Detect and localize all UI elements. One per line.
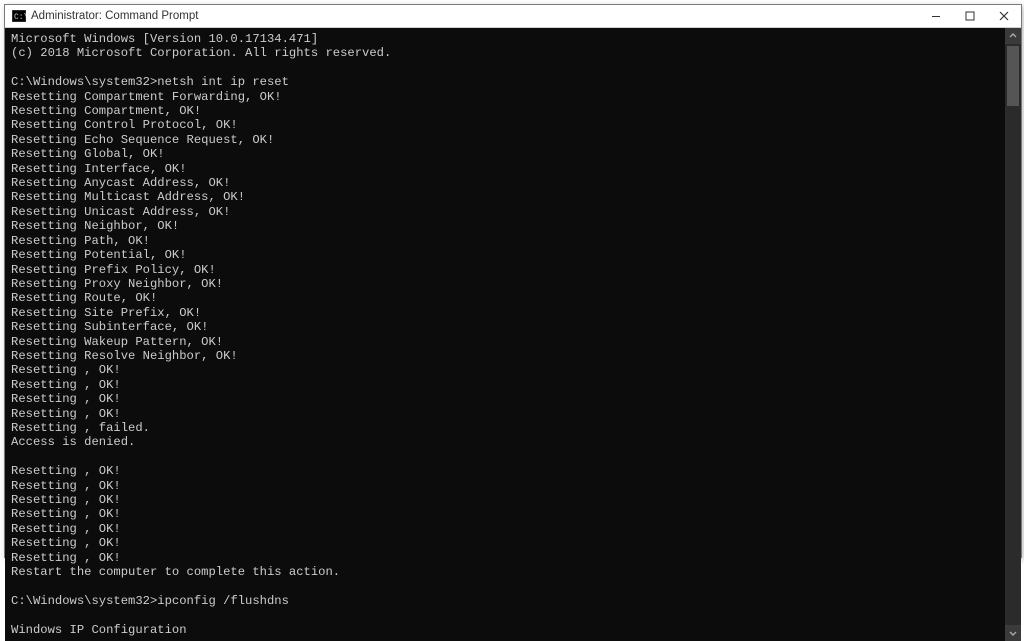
terminal-line: Resetting , failed. [11,421,1001,435]
chevron-up-icon [1009,32,1017,40]
terminal-line [11,608,1001,622]
terminal-line [11,61,1001,75]
titlebar[interactable]: C:\ Administrator: Command Prompt [5,5,1021,28]
terminal-line: (c) 2018 Microsoft Corporation. All righ… [11,46,1001,60]
terminal-line: Resetting Echo Sequence Request, OK! [11,133,1001,147]
terminal-line: Resetting Compartment Forwarding, OK! [11,90,1001,104]
terminal-line: Resetting Global, OK! [11,147,1001,161]
terminal-line: Resetting , OK! [11,536,1001,550]
terminal-line: Resetting , OK! [11,507,1001,521]
terminal-output[interactable]: Microsoft Windows [Version 10.0.17134.47… [5,28,1005,641]
terminal-line: Resetting Wakeup Pattern, OK! [11,335,1001,349]
terminal-line: Resetting Proxy Neighbor, OK! [11,277,1001,291]
terminal-line: Resetting Prefix Policy, OK! [11,263,1001,277]
maximize-button[interactable] [953,5,987,27]
terminal-line [11,579,1001,593]
client-area: Microsoft Windows [Version 10.0.17134.47… [5,28,1021,641]
vertical-scrollbar[interactable] [1005,28,1021,641]
minimize-icon [931,11,941,21]
terminal-line: Microsoft Windows [Version 10.0.17134.47… [11,32,1001,46]
window-title: Administrator: Command Prompt [31,10,198,22]
terminal-line: Resetting , OK! [11,551,1001,565]
terminal-line: Resetting , OK! [11,392,1001,406]
terminal-line: Resetting Neighbor, OK! [11,219,1001,233]
close-button[interactable] [987,5,1021,27]
terminal-line: Resetting Control Protocol, OK! [11,118,1001,132]
terminal-line: Restart the computer to complete this ac… [11,565,1001,579]
terminal-line: Resetting Anycast Address, OK! [11,176,1001,190]
terminal-line: Resetting Resolve Neighbor, OK! [11,349,1001,363]
cmd-icon: C:\ [11,8,27,24]
scrollbar-up-button[interactable] [1005,28,1021,44]
terminal-line: Resetting Potential, OK! [11,248,1001,262]
terminal-line: Resetting , OK! [11,493,1001,507]
terminal-line: Resetting , OK! [11,378,1001,392]
cmd-window: C:\ Administrator: Command Prompt Micros… [4,4,1022,558]
chevron-down-icon [1009,629,1017,637]
terminal-line: Resetting Compartment, OK! [11,104,1001,118]
terminal-line: Resetting , OK! [11,464,1001,478]
scrollbar-thumb[interactable] [1007,46,1019,106]
terminal-line: Windows IP Configuration [11,623,1001,637]
terminal-line: Resetting Site Prefix, OK! [11,306,1001,320]
maximize-icon [965,11,975,21]
scrollbar-down-button[interactable] [1005,625,1021,641]
terminal-line: C:\Windows\system32>netsh int ip reset [11,75,1001,89]
terminal-line [11,450,1001,464]
terminal-line: Resetting Unicast Address, OK! [11,205,1001,219]
close-icon [999,11,1009,21]
terminal-line: Resetting Path, OK! [11,234,1001,248]
terminal-line: Resetting , OK! [11,479,1001,493]
terminal-line: Resetting , OK! [11,363,1001,377]
terminal-line: Resetting , OK! [11,407,1001,421]
terminal-line: Access is denied. [11,435,1001,449]
terminal-line: Resetting Multicast Address, OK! [11,190,1001,204]
svg-text:C:\: C:\ [14,13,26,22]
terminal-line: Resetting Interface, OK! [11,162,1001,176]
terminal-line: Resetting Route, OK! [11,291,1001,305]
minimize-button[interactable] [919,5,953,27]
terminal-line: C:\Windows\system32>ipconfig /flushdns [11,594,1001,608]
terminal-line: Resetting , OK! [11,522,1001,536]
terminal-line: Resetting Subinterface, OK! [11,320,1001,334]
